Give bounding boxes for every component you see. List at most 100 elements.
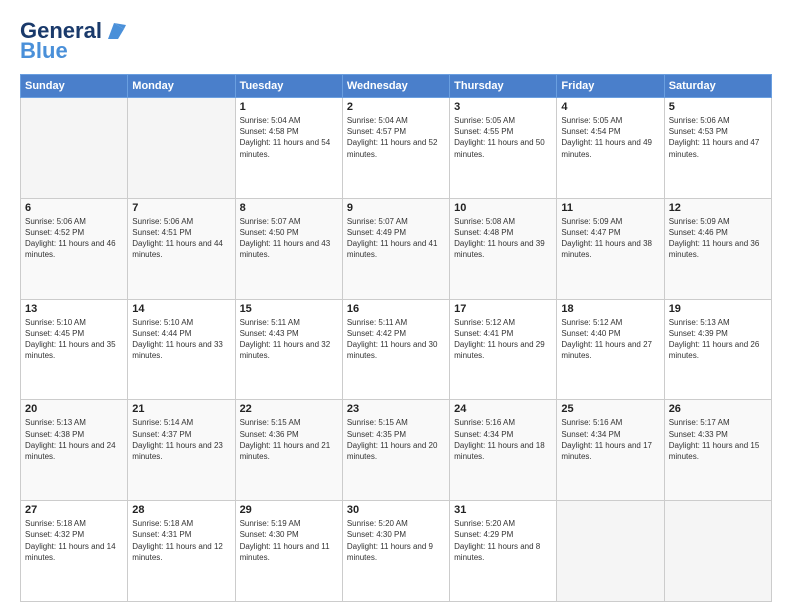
calendar-week-row: 27 Sunrise: 5:18 AM Sunset: 4:32 PM Dayl… <box>21 501 772 602</box>
day-info: Sunrise: 5:09 AM Sunset: 4:46 PM Dayligh… <box>669 216 767 261</box>
day-number: 15 <box>240 303 338 315</box>
calendar-day-cell: 1 Sunrise: 5:04 AM Sunset: 4:58 PM Dayli… <box>235 98 342 199</box>
calendar-table: SundayMondayTuesdayWednesdayThursdayFrid… <box>20 74 772 602</box>
day-number: 24 <box>454 403 552 415</box>
day-number: 9 <box>347 202 445 214</box>
day-number: 2 <box>347 101 445 113</box>
weekday-cell: Friday <box>557 75 664 98</box>
calendar-day-cell: 18 Sunrise: 5:12 AM Sunset: 4:40 PM Dayl… <box>557 299 664 400</box>
calendar-day-cell: 15 Sunrise: 5:11 AM Sunset: 4:43 PM Dayl… <box>235 299 342 400</box>
calendar-day-cell <box>21 98 128 199</box>
day-info: Sunrise: 5:06 AM Sunset: 4:51 PM Dayligh… <box>132 216 230 261</box>
day-info: Sunrise: 5:20 AM Sunset: 4:29 PM Dayligh… <box>454 518 552 563</box>
calendar-day-cell: 19 Sunrise: 5:13 AM Sunset: 4:39 PM Dayl… <box>664 299 771 400</box>
day-number: 16 <box>347 303 445 315</box>
page: General Blue SundayMondayTuesdayWednesda… <box>0 0 792 612</box>
day-number: 8 <box>240 202 338 214</box>
calendar-day-cell: 9 Sunrise: 5:07 AM Sunset: 4:49 PM Dayli… <box>342 198 449 299</box>
day-info: Sunrise: 5:16 AM Sunset: 4:34 PM Dayligh… <box>561 417 659 462</box>
day-info: Sunrise: 5:06 AM Sunset: 4:53 PM Dayligh… <box>669 115 767 160</box>
day-info: Sunrise: 5:20 AM Sunset: 4:30 PM Dayligh… <box>347 518 445 563</box>
calendar-day-cell: 7 Sunrise: 5:06 AM Sunset: 4:51 PM Dayli… <box>128 198 235 299</box>
day-info: Sunrise: 5:13 AM Sunset: 4:38 PM Dayligh… <box>25 417 123 462</box>
day-number: 6 <box>25 202 123 214</box>
day-info: Sunrise: 5:06 AM Sunset: 4:52 PM Dayligh… <box>25 216 123 261</box>
day-number: 18 <box>561 303 659 315</box>
day-number: 29 <box>240 504 338 516</box>
logo: General Blue <box>20 18 126 64</box>
day-info: Sunrise: 5:16 AM Sunset: 4:34 PM Dayligh… <box>454 417 552 462</box>
day-number: 14 <box>132 303 230 315</box>
day-number: 26 <box>669 403 767 415</box>
calendar-day-cell: 26 Sunrise: 5:17 AM Sunset: 4:33 PM Dayl… <box>664 400 771 501</box>
calendar-day-cell: 10 Sunrise: 5:08 AM Sunset: 4:48 PM Dayl… <box>450 198 557 299</box>
day-info: Sunrise: 5:04 AM Sunset: 4:58 PM Dayligh… <box>240 115 338 160</box>
calendar-day-cell: 27 Sunrise: 5:18 AM Sunset: 4:32 PM Dayl… <box>21 501 128 602</box>
weekday-cell: Monday <box>128 75 235 98</box>
logo-bird-icon <box>104 21 126 41</box>
calendar-day-cell: 11 Sunrise: 5:09 AM Sunset: 4:47 PM Dayl… <box>557 198 664 299</box>
day-info: Sunrise: 5:12 AM Sunset: 4:41 PM Dayligh… <box>454 317 552 362</box>
day-number: 3 <box>454 101 552 113</box>
day-number: 4 <box>561 101 659 113</box>
day-number: 28 <box>132 504 230 516</box>
calendar-day-cell: 23 Sunrise: 5:15 AM Sunset: 4:35 PM Dayl… <box>342 400 449 501</box>
day-number: 27 <box>25 504 123 516</box>
day-info: Sunrise: 5:11 AM Sunset: 4:42 PM Dayligh… <box>347 317 445 362</box>
logo-blue: Blue <box>20 38 68 64</box>
calendar-week-row: 1 Sunrise: 5:04 AM Sunset: 4:58 PM Dayli… <box>21 98 772 199</box>
day-number: 7 <box>132 202 230 214</box>
calendar-day-cell: 28 Sunrise: 5:18 AM Sunset: 4:31 PM Dayl… <box>128 501 235 602</box>
calendar-day-cell: 3 Sunrise: 5:05 AM Sunset: 4:55 PM Dayli… <box>450 98 557 199</box>
day-info: Sunrise: 5:10 AM Sunset: 4:45 PM Dayligh… <box>25 317 123 362</box>
day-number: 12 <box>669 202 767 214</box>
weekday-cell: Sunday <box>21 75 128 98</box>
day-number: 21 <box>132 403 230 415</box>
day-number: 20 <box>25 403 123 415</box>
calendar-day-cell: 2 Sunrise: 5:04 AM Sunset: 4:57 PM Dayli… <box>342 98 449 199</box>
day-number: 17 <box>454 303 552 315</box>
weekday-header-row: SundayMondayTuesdayWednesdayThursdayFrid… <box>21 75 772 98</box>
day-info: Sunrise: 5:10 AM Sunset: 4:44 PM Dayligh… <box>132 317 230 362</box>
calendar-week-row: 13 Sunrise: 5:10 AM Sunset: 4:45 PM Dayl… <box>21 299 772 400</box>
day-number: 25 <box>561 403 659 415</box>
day-info: Sunrise: 5:09 AM Sunset: 4:47 PM Dayligh… <box>561 216 659 261</box>
day-info: Sunrise: 5:18 AM Sunset: 4:31 PM Dayligh… <box>132 518 230 563</box>
calendar-day-cell <box>128 98 235 199</box>
calendar-day-cell: 14 Sunrise: 5:10 AM Sunset: 4:44 PM Dayl… <box>128 299 235 400</box>
calendar-day-cell: 25 Sunrise: 5:16 AM Sunset: 4:34 PM Dayl… <box>557 400 664 501</box>
calendar-day-cell: 17 Sunrise: 5:12 AM Sunset: 4:41 PM Dayl… <box>450 299 557 400</box>
calendar-day-cell: 21 Sunrise: 5:14 AM Sunset: 4:37 PM Dayl… <box>128 400 235 501</box>
calendar-day-cell: 29 Sunrise: 5:19 AM Sunset: 4:30 PM Dayl… <box>235 501 342 602</box>
day-info: Sunrise: 5:12 AM Sunset: 4:40 PM Dayligh… <box>561 317 659 362</box>
day-number: 11 <box>561 202 659 214</box>
calendar-week-row: 20 Sunrise: 5:13 AM Sunset: 4:38 PM Dayl… <box>21 400 772 501</box>
day-number: 1 <box>240 101 338 113</box>
calendar-day-cell: 20 Sunrise: 5:13 AM Sunset: 4:38 PM Dayl… <box>21 400 128 501</box>
day-number: 30 <box>347 504 445 516</box>
weekday-cell: Saturday <box>664 75 771 98</box>
calendar-day-cell: 31 Sunrise: 5:20 AM Sunset: 4:29 PM Dayl… <box>450 501 557 602</box>
calendar-day-cell: 24 Sunrise: 5:16 AM Sunset: 4:34 PM Dayl… <box>450 400 557 501</box>
day-info: Sunrise: 5:17 AM Sunset: 4:33 PM Dayligh… <box>669 417 767 462</box>
day-info: Sunrise: 5:11 AM Sunset: 4:43 PM Dayligh… <box>240 317 338 362</box>
day-info: Sunrise: 5:19 AM Sunset: 4:30 PM Dayligh… <box>240 518 338 563</box>
day-info: Sunrise: 5:08 AM Sunset: 4:48 PM Dayligh… <box>454 216 552 261</box>
calendar-day-cell: 12 Sunrise: 5:09 AM Sunset: 4:46 PM Dayl… <box>664 198 771 299</box>
weekday-cell: Wednesday <box>342 75 449 98</box>
day-info: Sunrise: 5:18 AM Sunset: 4:32 PM Dayligh… <box>25 518 123 563</box>
calendar-day-cell: 30 Sunrise: 5:20 AM Sunset: 4:30 PM Dayl… <box>342 501 449 602</box>
calendar-day-cell: 8 Sunrise: 5:07 AM Sunset: 4:50 PM Dayli… <box>235 198 342 299</box>
day-number: 5 <box>669 101 767 113</box>
weekday-cell: Tuesday <box>235 75 342 98</box>
day-info: Sunrise: 5:13 AM Sunset: 4:39 PM Dayligh… <box>669 317 767 362</box>
day-number: 22 <box>240 403 338 415</box>
day-number: 10 <box>454 202 552 214</box>
calendar-day-cell: 16 Sunrise: 5:11 AM Sunset: 4:42 PM Dayl… <box>342 299 449 400</box>
calendar-day-cell: 22 Sunrise: 5:15 AM Sunset: 4:36 PM Dayl… <box>235 400 342 501</box>
day-number: 23 <box>347 403 445 415</box>
day-info: Sunrise: 5:07 AM Sunset: 4:50 PM Dayligh… <box>240 216 338 261</box>
day-info: Sunrise: 5:05 AM Sunset: 4:54 PM Dayligh… <box>561 115 659 160</box>
calendar-body: 1 Sunrise: 5:04 AM Sunset: 4:58 PM Dayli… <box>21 98 772 602</box>
header: General Blue <box>20 18 772 64</box>
